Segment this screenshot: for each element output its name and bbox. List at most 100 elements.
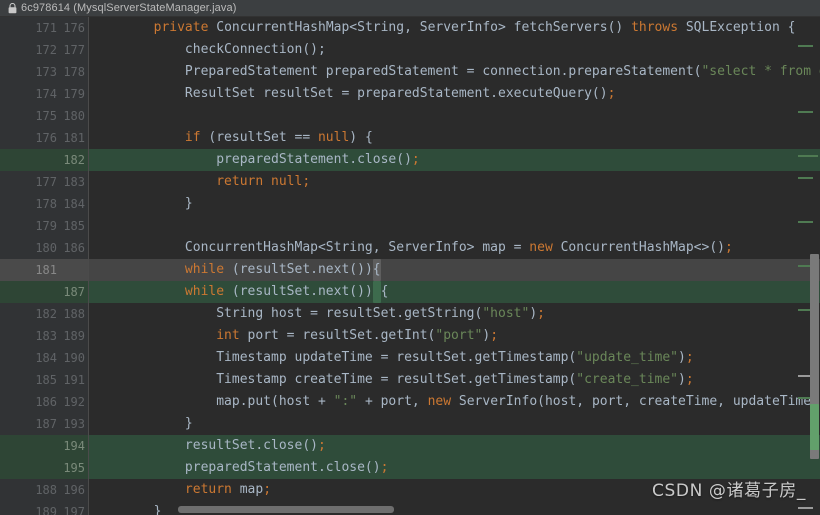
line-number-old: 188 <box>35 483 57 497</box>
code-token: ResultSet resultSet = preparedStatement.… <box>91 86 608 101</box>
code-line[interactable]: ResultSet resultSet = preparedStatement.… <box>89 83 820 105</box>
code-line[interactable]: int port = resultSet.getInt("port"); <box>89 325 820 347</box>
line-number-old: 179 <box>35 219 57 233</box>
line-number-old: 171 <box>35 21 57 35</box>
line-number-gutter: 188 196 <box>30 479 88 501</box>
annotation-strip <box>0 303 30 325</box>
code-token: { <box>380 284 389 299</box>
line-number-gutter: 195 <box>30 457 88 479</box>
code-line[interactable]: preparedStatement.close(); <box>89 149 820 171</box>
annotation-strip <box>0 435 30 457</box>
line-number-old: 182 <box>35 307 57 321</box>
code-line[interactable]: Timestamp createTime = resultSet.getTime… <box>89 369 820 391</box>
line-number-new: 184 <box>63 197 85 211</box>
code-token: (resultSet.next()) <box>224 262 373 277</box>
code-line[interactable]: } <box>89 193 820 215</box>
code-token: checkConnection(); <box>91 42 326 57</box>
code-line[interactable]: checkConnection(); <box>89 39 820 61</box>
code-line[interactable]: private ConcurrentHashMap<String, Server… <box>89 17 820 39</box>
line-number-new: 194 <box>63 439 85 453</box>
line-number-old: 185 <box>35 373 57 387</box>
code-token: "create_time" <box>576 372 679 387</box>
code-line[interactable]: resultSet.close(); <box>89 435 820 457</box>
code-line[interactable]: ConcurrentHashMap<String, ServerInfo> ma… <box>89 237 820 259</box>
code-token <box>372 281 381 303</box>
code-token: "host" <box>482 306 530 321</box>
code-token: ) <box>529 306 538 321</box>
diff-row-context: 179 185 <box>0 215 820 237</box>
diff-row-context: 183 189 int port = resultSet.getInt("port… <box>0 325 820 347</box>
line-number-new: 192 <box>63 395 85 409</box>
code-token: ; <box>317 438 326 453</box>
horizontal-scrollbar-track[interactable] <box>89 505 820 515</box>
line-number-old: 187 <box>35 417 57 431</box>
code-token: (resultSet == <box>200 130 318 145</box>
code-token: "update_time" <box>576 350 679 365</box>
line-number-old: 178 <box>35 197 57 211</box>
code-line[interactable]: map.put(host + ":" + port, new ServerInf… <box>89 391 820 413</box>
code-line[interactable]: PreparedStatement preparedStatement = co… <box>89 61 820 83</box>
annotation-strip <box>0 149 30 171</box>
line-number-gutter: 181 <box>30 259 88 281</box>
annotation-strip <box>0 391 30 413</box>
line-number-gutter: 176 181 <box>30 127 88 149</box>
code-token: PreparedStatement preparedStatement = co… <box>91 64 702 79</box>
line-number-new: 181 <box>63 131 85 145</box>
code-token: { <box>372 259 381 281</box>
diff-row-added: 187 while (resultSet.next()) { <box>0 281 820 303</box>
code-line[interactable] <box>89 105 820 127</box>
code-line[interactable]: if (resultSet == null) { <box>89 127 820 149</box>
diff-row-context: 187 193 } <box>0 413 820 435</box>
line-number-new: 196 <box>63 483 85 497</box>
annotation-strip <box>0 127 30 149</box>
diff-row-context: 172 177 checkConnection(); <box>0 39 820 61</box>
code-line[interactable]: Timestamp updateTime = resultSet.getTime… <box>89 347 820 369</box>
code-line[interactable]: while (resultSet.next()) { <box>89 281 820 303</box>
diff-row-context: 184 190 Timestamp updateTime = resultSet.… <box>0 347 820 369</box>
diff-row-context: 171 176 private ConcurrentHashMap<String,… <box>0 17 820 39</box>
annotation-strip <box>0 39 30 61</box>
code-token: String host = resultSet.getString( <box>91 306 483 321</box>
line-number-new: 178 <box>63 65 85 79</box>
line-number-gutter: 186 192 <box>30 391 88 413</box>
code-line[interactable]: String host = resultSet.getString("host"… <box>89 303 820 325</box>
code-token: ":" <box>333 394 358 409</box>
code-line[interactable]: while (resultSet.next()){ <box>89 259 820 281</box>
annotation-strip <box>0 17 30 39</box>
code-token: ; <box>724 240 733 255</box>
code-line[interactable]: } <box>89 413 820 435</box>
code-token: "select * from dv <box>701 64 820 79</box>
csdn-watermark: CSDN @诸葛子房_ <box>652 481 806 501</box>
annotation-strip <box>0 457 30 479</box>
line-number-old: 175 <box>35 109 57 123</box>
code-token: Timestamp createTime = resultSet.getTime… <box>91 372 577 387</box>
code-token: ConcurrentHashMap<>() <box>552 240 725 255</box>
code-token: Timestamp updateTime = resultSet.getTime… <box>91 350 577 365</box>
line-number-old: 181 <box>35 263 57 277</box>
code-line[interactable] <box>89 215 820 237</box>
horizontal-scrollbar-thumb[interactable] <box>178 506 394 513</box>
diff-editor-area[interactable]: 171 176 private ConcurrentHashMap<String,… <box>0 17 820 515</box>
code-token: new <box>529 240 553 255</box>
code-token: ) { <box>349 130 373 145</box>
code-token: } <box>91 416 193 431</box>
code-token: while <box>184 284 225 299</box>
diff-row-context: 182 188 String host = resultSet.getString… <box>0 303 820 325</box>
diff-row-context: 186 192 map.put(host + ":" + port, new Se… <box>0 391 820 413</box>
line-number-new: 190 <box>63 351 85 365</box>
annotation-strip <box>0 193 30 215</box>
code-token: ) <box>678 350 686 365</box>
diff-row-added: 194 resultSet.close(); <box>0 435 820 457</box>
code-token: ; <box>537 306 545 321</box>
line-number-gutter: 187 193 <box>30 413 88 435</box>
annotation-strip <box>0 501 30 515</box>
line-number-gutter: 174 179 <box>30 83 88 105</box>
line-number-gutter: 179 185 <box>30 215 88 237</box>
code-line[interactable]: return null; <box>89 171 820 193</box>
line-number-old: 186 <box>35 395 57 409</box>
